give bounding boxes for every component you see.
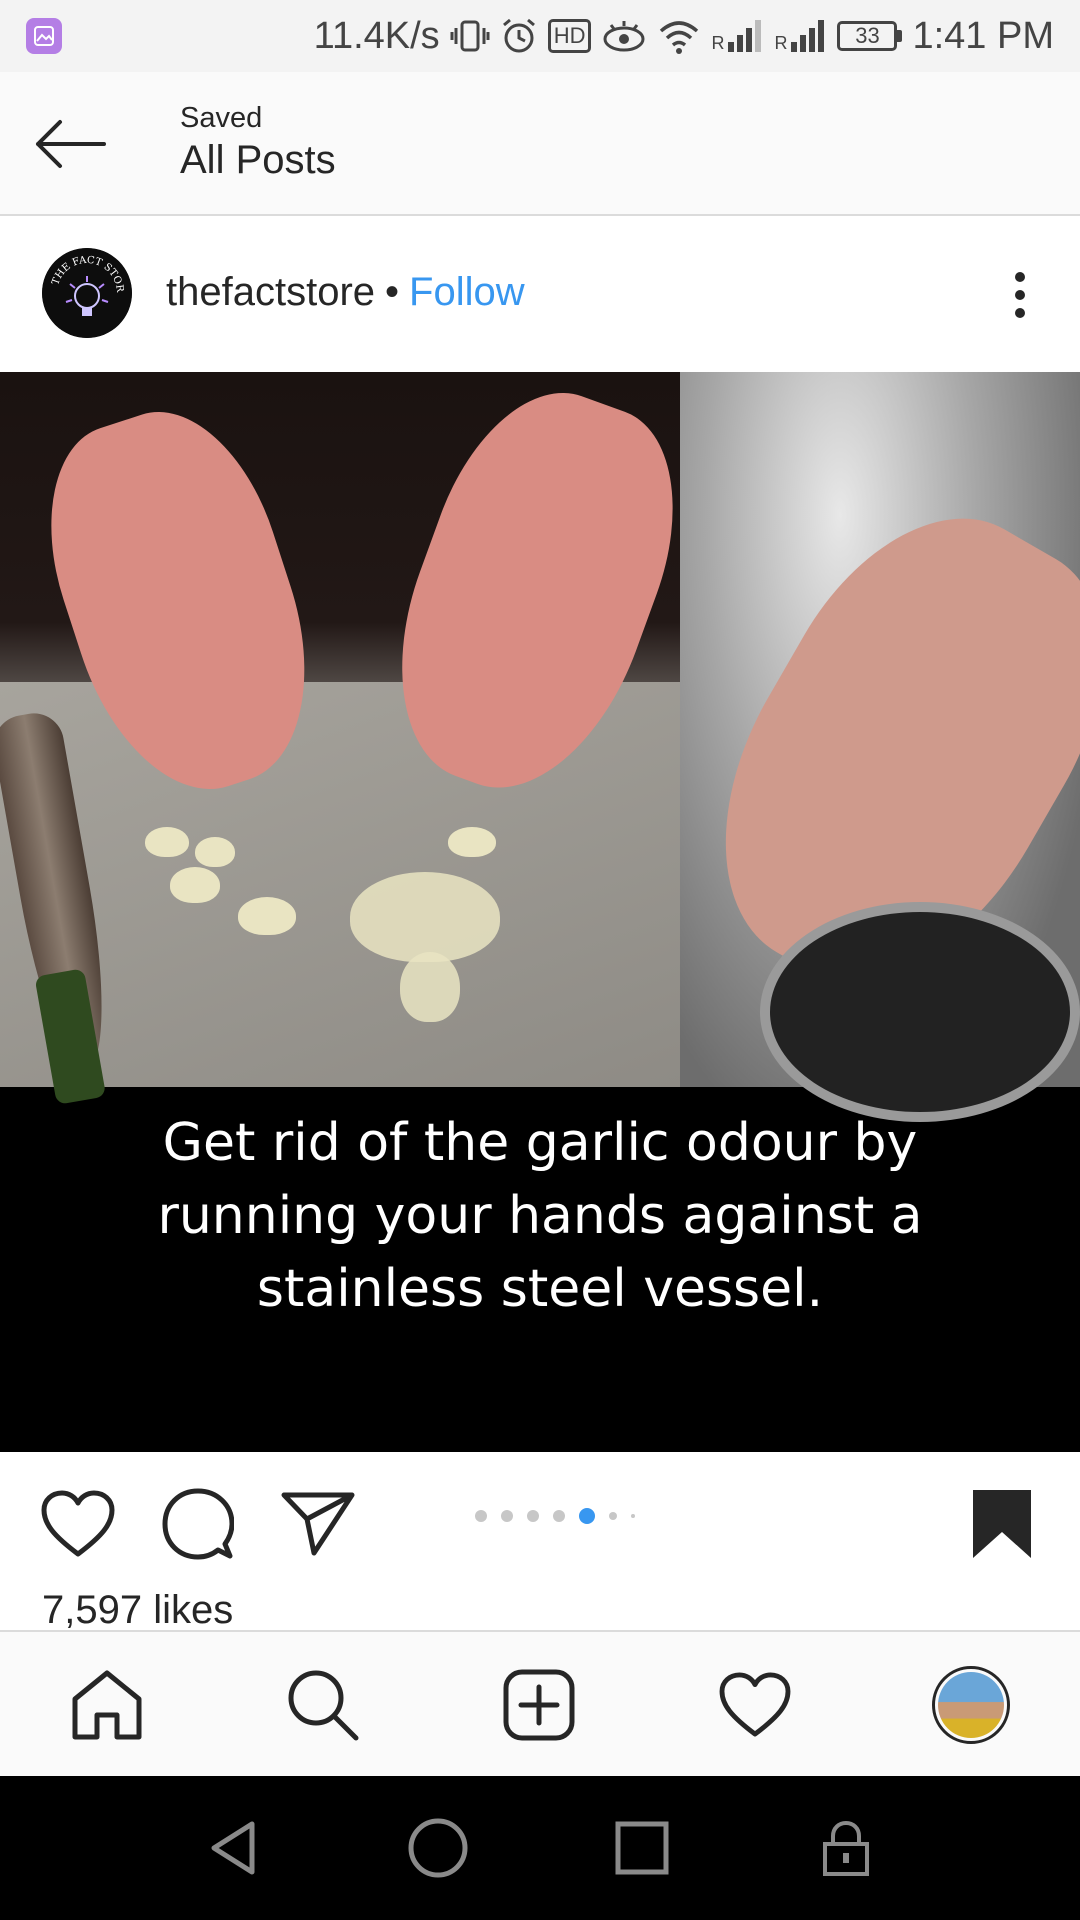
status-indicators: 11.4K/s HD R R 33 1:41 PM bbox=[314, 15, 1054, 58]
profile-avatar bbox=[932, 1666, 1010, 1744]
carousel-dot bbox=[553, 1510, 565, 1522]
more-dot-icon bbox=[1015, 272, 1025, 282]
clock: 1:41 PM bbox=[912, 14, 1054, 57]
comment-icon bbox=[162, 1488, 234, 1560]
author-avatar[interactable]: THE FACT STORE bbox=[42, 248, 132, 338]
profile-photo bbox=[938, 1672, 1004, 1738]
post-image[interactable]: Get rid of the garlic odour by running y… bbox=[0, 372, 1080, 1452]
carousel-dot-active bbox=[579, 1508, 595, 1524]
signal-2: R bbox=[774, 18, 827, 54]
bookmark-icon bbox=[973, 1490, 1031, 1558]
more-dot-icon bbox=[1015, 308, 1025, 318]
system-lock-button[interactable] bbox=[808, 1810, 884, 1886]
hd-badge: HD bbox=[547, 19, 592, 53]
recents-square-icon bbox=[615, 1821, 669, 1875]
back-triangle-icon bbox=[211, 1821, 255, 1875]
username-row: thefactstore • Follow bbox=[166, 270, 525, 315]
bottom-navigation bbox=[0, 1630, 1080, 1776]
post-action-bar bbox=[0, 1452, 1080, 1582]
comment-button[interactable] bbox=[158, 1484, 238, 1564]
more-dot-icon bbox=[1015, 290, 1025, 300]
carousel-dot bbox=[527, 1510, 539, 1522]
nav-search[interactable] bbox=[282, 1664, 364, 1746]
follow-button[interactable]: Follow bbox=[409, 270, 525, 315]
network-speed: 11.4K/s bbox=[313, 14, 440, 57]
nav-profile[interactable] bbox=[930, 1664, 1012, 1746]
share-icon bbox=[281, 1492, 355, 1556]
add-icon bbox=[503, 1669, 575, 1741]
app-header: Saved All Posts bbox=[0, 72, 1080, 216]
garlic-peel bbox=[350, 872, 500, 962]
header-subtitle: Saved bbox=[180, 102, 263, 134]
carousel-dot bbox=[609, 1512, 617, 1520]
system-navigation-bar bbox=[0, 1776, 1080, 1920]
gallery-notification-icon bbox=[26, 18, 62, 54]
garlic-clove bbox=[448, 827, 496, 857]
post-image-caption: Get rid of the garlic odour by running y… bbox=[0, 1107, 1080, 1326]
eye-comfort-icon bbox=[603, 21, 645, 52]
back-button[interactable] bbox=[30, 112, 110, 176]
sink-drain-illustration bbox=[760, 902, 1080, 1122]
home-circle-icon bbox=[408, 1818, 468, 1878]
search-icon bbox=[288, 1670, 359, 1741]
separator-dot: • bbox=[385, 270, 400, 314]
garlic-peel bbox=[400, 952, 460, 1022]
vibrate-icon bbox=[450, 20, 490, 52]
save-button[interactable] bbox=[962, 1484, 1042, 1564]
back-arrow-icon bbox=[36, 120, 106, 168]
like-button[interactable] bbox=[38, 1484, 118, 1564]
lock-icon bbox=[823, 1820, 869, 1876]
system-recents-button[interactable] bbox=[604, 1810, 680, 1886]
page-title: All Posts bbox=[180, 138, 336, 182]
battery-level: 33 bbox=[837, 21, 898, 51]
carousel-dot bbox=[631, 1514, 635, 1518]
author-username[interactable]: thefactstore bbox=[166, 270, 375, 315]
caption-line: running your hands against a bbox=[157, 1186, 923, 1246]
heart-icon bbox=[41, 1490, 115, 1557]
likes-count[interactable]: 7,597 likes bbox=[42, 1588, 233, 1633]
carousel-dot bbox=[475, 1510, 487, 1522]
caption-line: Get rid of the garlic odour by bbox=[162, 1113, 918, 1173]
nav-home[interactable] bbox=[66, 1664, 148, 1746]
alarm-icon bbox=[502, 18, 535, 53]
garlic-clove bbox=[145, 827, 189, 857]
system-home-button[interactable] bbox=[400, 1810, 476, 1886]
carousel-dot bbox=[501, 1510, 513, 1522]
battery-indicator: 33 bbox=[837, 21, 903, 51]
status-bar: 11.4K/s HD R R 33 1:41 PM bbox=[0, 0, 1080, 72]
garlic-clove bbox=[238, 897, 296, 935]
signal-1: R bbox=[711, 18, 764, 54]
garlic-clove bbox=[170, 867, 220, 903]
carousel-indicator bbox=[475, 1508, 635, 1524]
more-options-button[interactable] bbox=[1000, 268, 1040, 322]
garlic-photo bbox=[0, 372, 712, 1105]
caption-line: stainless steel vessel. bbox=[256, 1259, 824, 1319]
garlic-clove bbox=[195, 837, 235, 867]
home-icon bbox=[72, 1670, 142, 1740]
system-back-button[interactable] bbox=[196, 1810, 272, 1886]
activity-heart-icon bbox=[719, 1672, 791, 1737]
nav-activity[interactable] bbox=[714, 1664, 796, 1746]
post-header: THE FACT STORE thefactstore • Follow bbox=[0, 218, 1080, 372]
nav-create-post[interactable] bbox=[498, 1664, 580, 1746]
wifi-icon bbox=[660, 21, 699, 54]
share-button[interactable] bbox=[278, 1484, 358, 1564]
